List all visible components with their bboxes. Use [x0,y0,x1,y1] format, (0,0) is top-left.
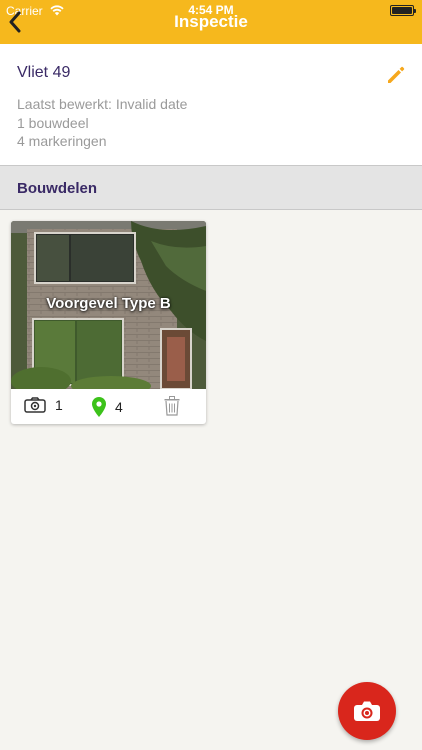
section-header: Bouwdelen [0,166,422,210]
marker-count-item[interactable]: 4 [92,397,123,417]
marker-count: 4 [115,399,123,415]
edit-button[interactable] [385,64,407,86]
map-pin-icon [92,397,106,417]
add-photo-button[interactable] [338,682,396,740]
camera-icon [24,397,46,413]
card-footer: 1 4 [11,389,206,424]
parts-count-text: 1 bouwdeel [17,114,89,131]
header-bar: Carrier 4:54 PM Inspectie [0,0,422,44]
pencil-icon [388,66,405,83]
last-edited-text: Laatst bewerkt: Invalid date [17,96,188,112]
trash-icon[interactable] [164,396,180,416]
photo-count: 1 [55,397,63,413]
building-part-name: Voorgevel Type B [46,295,171,312]
inspection-info-card: Vliet 49 Laatst bewerkt: Invalid date 1 … [0,44,422,166]
camera-icon [354,701,380,721]
markers-count-text: 4 markeringen [17,133,107,149]
inspection-title: Vliet 49 [17,64,71,81]
photo-count-item[interactable]: 1 [24,397,63,413]
section-title: Bouwdelen [17,180,98,197]
page-title: Inspectie [174,12,248,31]
building-part-card[interactable]: Voorgevel Type B 1 4 [11,221,206,424]
